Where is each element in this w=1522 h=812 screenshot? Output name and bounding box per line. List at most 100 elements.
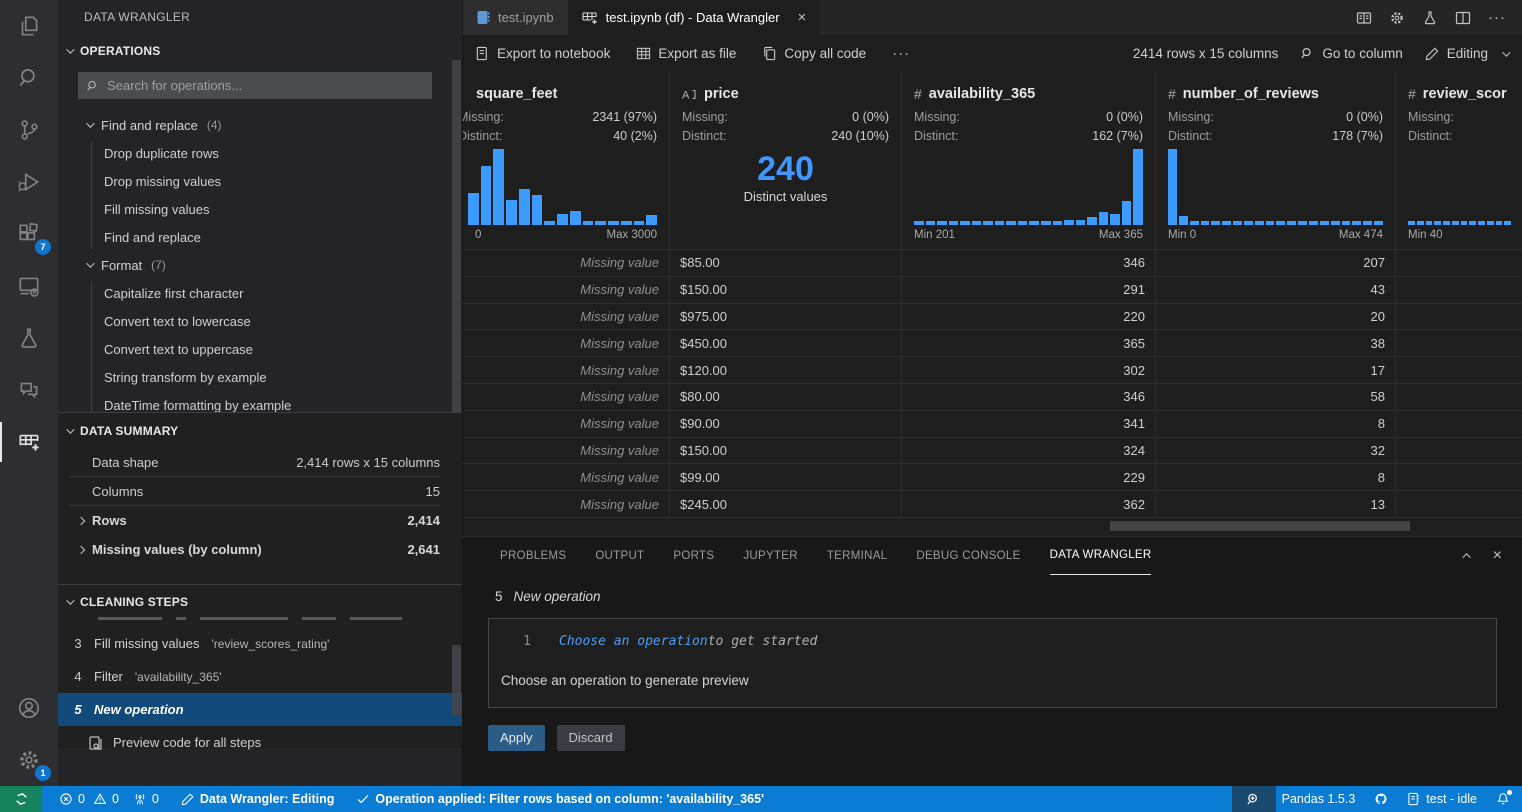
grid-cell[interactable]: $80.00 xyxy=(670,384,902,410)
grid-cell[interactable]: 38 xyxy=(1156,330,1396,356)
cleaning-step[interactable]: 4 Filter 'availability_365' xyxy=(58,660,462,693)
chevron-up-icon[interactable] xyxy=(1462,553,1470,561)
accounts-icon[interactable] xyxy=(0,682,58,734)
grid-cell[interactable] xyxy=(1396,304,1522,330)
operations-header[interactable]: OPERATIONS xyxy=(58,38,462,64)
tab-data-wrangler[interactable]: test.ipynb (df) - Data Wrangler × xyxy=(568,0,821,35)
more-actions-icon[interactable]: ··· xyxy=(1488,9,1506,26)
grid-cell[interactable]: $245.00 xyxy=(670,491,902,517)
cleaning-step[interactable]: 3 Fill missing values 'review_scores_rat… xyxy=(58,627,462,660)
ports-indicator[interactable]: 0 xyxy=(133,792,159,806)
grid-column-header[interactable]: A price Missing:0 (0%) Distinct:240 (10%… xyxy=(670,72,902,249)
operations-search-input[interactable]: Search for operations... xyxy=(78,72,432,99)
cleaning-step[interactable]: 5 New operation xyxy=(58,693,462,726)
operation-item[interactable]: Capitalize first character xyxy=(58,279,462,307)
close-icon[interactable]: × xyxy=(798,9,807,26)
zoom-indicator[interactable] xyxy=(1232,786,1276,812)
warnings-indicator[interactable]: 0 xyxy=(93,792,119,806)
table-row[interactable]: Missing value$99.002298 xyxy=(463,464,1522,491)
grid-cell[interactable]: $975.00 xyxy=(670,304,902,330)
grid-cell[interactable]: $99.00 xyxy=(670,464,902,490)
operation-applied-status[interactable]: Operation applied: Filter rows based on … xyxy=(356,792,764,806)
export-to-notebook-button[interactable]: Export to notebook xyxy=(475,46,610,61)
apply-button[interactable]: Apply xyxy=(488,725,545,751)
grid-cell[interactable]: 362 xyxy=(902,491,1156,517)
operations-group-row[interactable]: Find and replace (4) xyxy=(58,111,462,139)
data-summary-header[interactable]: DATA SUMMARY xyxy=(58,418,462,444)
grid-cell[interactable]: 13 xyxy=(1156,491,1396,517)
operation-item[interactable]: Find and replace xyxy=(58,223,462,251)
grid-cell[interactable]: $150.00 xyxy=(670,438,902,464)
grid-cell[interactable]: Missing value xyxy=(463,384,670,410)
grid-cell[interactable]: 20 xyxy=(1156,304,1396,330)
sidebar-scrollbar[interactable] xyxy=(452,60,461,412)
table-row[interactable]: Missing value$120.0030217 xyxy=(463,357,1522,384)
grid-cell[interactable]: Missing value xyxy=(463,277,670,303)
table-row[interactable]: Missing value$450.0036538 xyxy=(463,330,1522,357)
discard-button[interactable]: Discard xyxy=(557,725,625,751)
notifications-bell-icon[interactable] xyxy=(1496,792,1510,806)
grid-cell[interactable]: Missing value xyxy=(463,330,670,356)
grid-cell[interactable] xyxy=(1396,384,1522,410)
pandas-version-status[interactable]: Pandas 1.5.3 xyxy=(1282,792,1356,806)
settings-gear-icon[interactable]: 1 xyxy=(0,734,58,786)
remote-indicator[interactable] xyxy=(0,786,42,812)
grid-cell[interactable] xyxy=(1396,357,1522,383)
explorer-icon[interactable] xyxy=(0,0,58,52)
grid-cell[interactable]: 229 xyxy=(902,464,1156,490)
panel-tab-debug-console[interactable]: DEBUG CONSOLE xyxy=(916,537,1020,575)
grid-cell[interactable]: $90.00 xyxy=(670,411,902,437)
operation-item[interactable]: Drop duplicate rows xyxy=(58,139,462,167)
data-wrangler-icon[interactable] xyxy=(0,416,58,468)
grid-cell[interactable]: 32 xyxy=(1156,438,1396,464)
grid-cell[interactable]: 341 xyxy=(902,411,1156,437)
grid-cell[interactable]: 324 xyxy=(902,438,1156,464)
operation-item[interactable]: String transform by example xyxy=(58,363,462,391)
summary-row[interactable]: Columns 15 xyxy=(70,477,440,506)
github-indicator[interactable] xyxy=(1374,792,1388,806)
copy-all-code-button[interactable]: Copy all code xyxy=(762,46,866,61)
table-row[interactable]: Missing value$80.0034658 xyxy=(463,384,1522,411)
split-editor-icon[interactable] xyxy=(1455,10,1471,26)
grid-cell[interactable] xyxy=(1396,491,1522,517)
grid-cell[interactable] xyxy=(1396,438,1522,464)
data-wrangler-mode-status[interactable]: Data Wrangler: Editing xyxy=(181,792,335,806)
grid-cell[interactable]: 302 xyxy=(902,357,1156,383)
settings-gear-icon[interactable] xyxy=(1389,10,1405,26)
horizontal-scrollbar[interactable] xyxy=(463,518,1522,536)
comments-icon[interactable] xyxy=(0,364,58,416)
run-debug-icon[interactable] xyxy=(0,156,58,208)
panel-tab-problems[interactable]: PROBLEMS xyxy=(500,537,566,575)
cleaning-steps-scrollbar[interactable] xyxy=(452,645,461,715)
table-row[interactable]: Missing value$150.0032432 xyxy=(463,438,1522,465)
close-panel-icon[interactable]: × xyxy=(1493,547,1502,565)
grid-cell[interactable]: 207 xyxy=(1156,250,1396,276)
summary-row[interactable]: Missing values (by column) 2,641 xyxy=(70,535,440,564)
table-row[interactable]: Missing value$90.003418 xyxy=(463,411,1522,438)
beaker-icon[interactable] xyxy=(1422,10,1438,26)
editing-mode-dropdown[interactable]: Editing xyxy=(1425,46,1488,61)
grid-cell[interactable]: $150.00 xyxy=(670,277,902,303)
summary-row[interactable]: Data shape 2,414 rows x 15 columns xyxy=(70,448,440,477)
grid-cell[interactable] xyxy=(1396,464,1522,490)
grid-cell[interactable]: 43 xyxy=(1156,277,1396,303)
grid-cell[interactable]: Missing value xyxy=(463,411,670,437)
grid-cell[interactable]: 365 xyxy=(902,330,1156,356)
table-row[interactable]: Missing value$245.0036213 xyxy=(463,491,1522,518)
panel-tab-output[interactable]: OUTPUT xyxy=(595,537,644,575)
search-icon[interactable] xyxy=(0,52,58,104)
preview-code-button[interactable]: Preview code for all steps xyxy=(58,726,462,759)
panel-tab-jupyter[interactable]: JUPYTER xyxy=(743,537,798,575)
grid-cell[interactable]: 346 xyxy=(902,384,1156,410)
table-row[interactable]: Missing value$85.00346207 xyxy=(463,250,1522,277)
extensions-icon[interactable]: 7 xyxy=(0,208,58,260)
chevron-down-icon[interactable] xyxy=(1502,48,1510,56)
grid-column-header[interactable]: # availability_365 Missing:0 (0%) Distin… xyxy=(902,72,1156,249)
grid-column-header[interactable]: # review_scor Missing: Distinct: Min 40 xyxy=(1396,72,1522,249)
remote-explorer-icon[interactable] xyxy=(0,260,58,312)
grid-cell[interactable] xyxy=(1396,330,1522,356)
panel-tab-terminal[interactable]: TERMINAL xyxy=(827,537,888,575)
operation-item[interactable]: Convert text to uppercase xyxy=(58,335,462,363)
grid-cell[interactable]: $120.00 xyxy=(670,357,902,383)
operation-item[interactable]: Drop missing values xyxy=(58,167,462,195)
